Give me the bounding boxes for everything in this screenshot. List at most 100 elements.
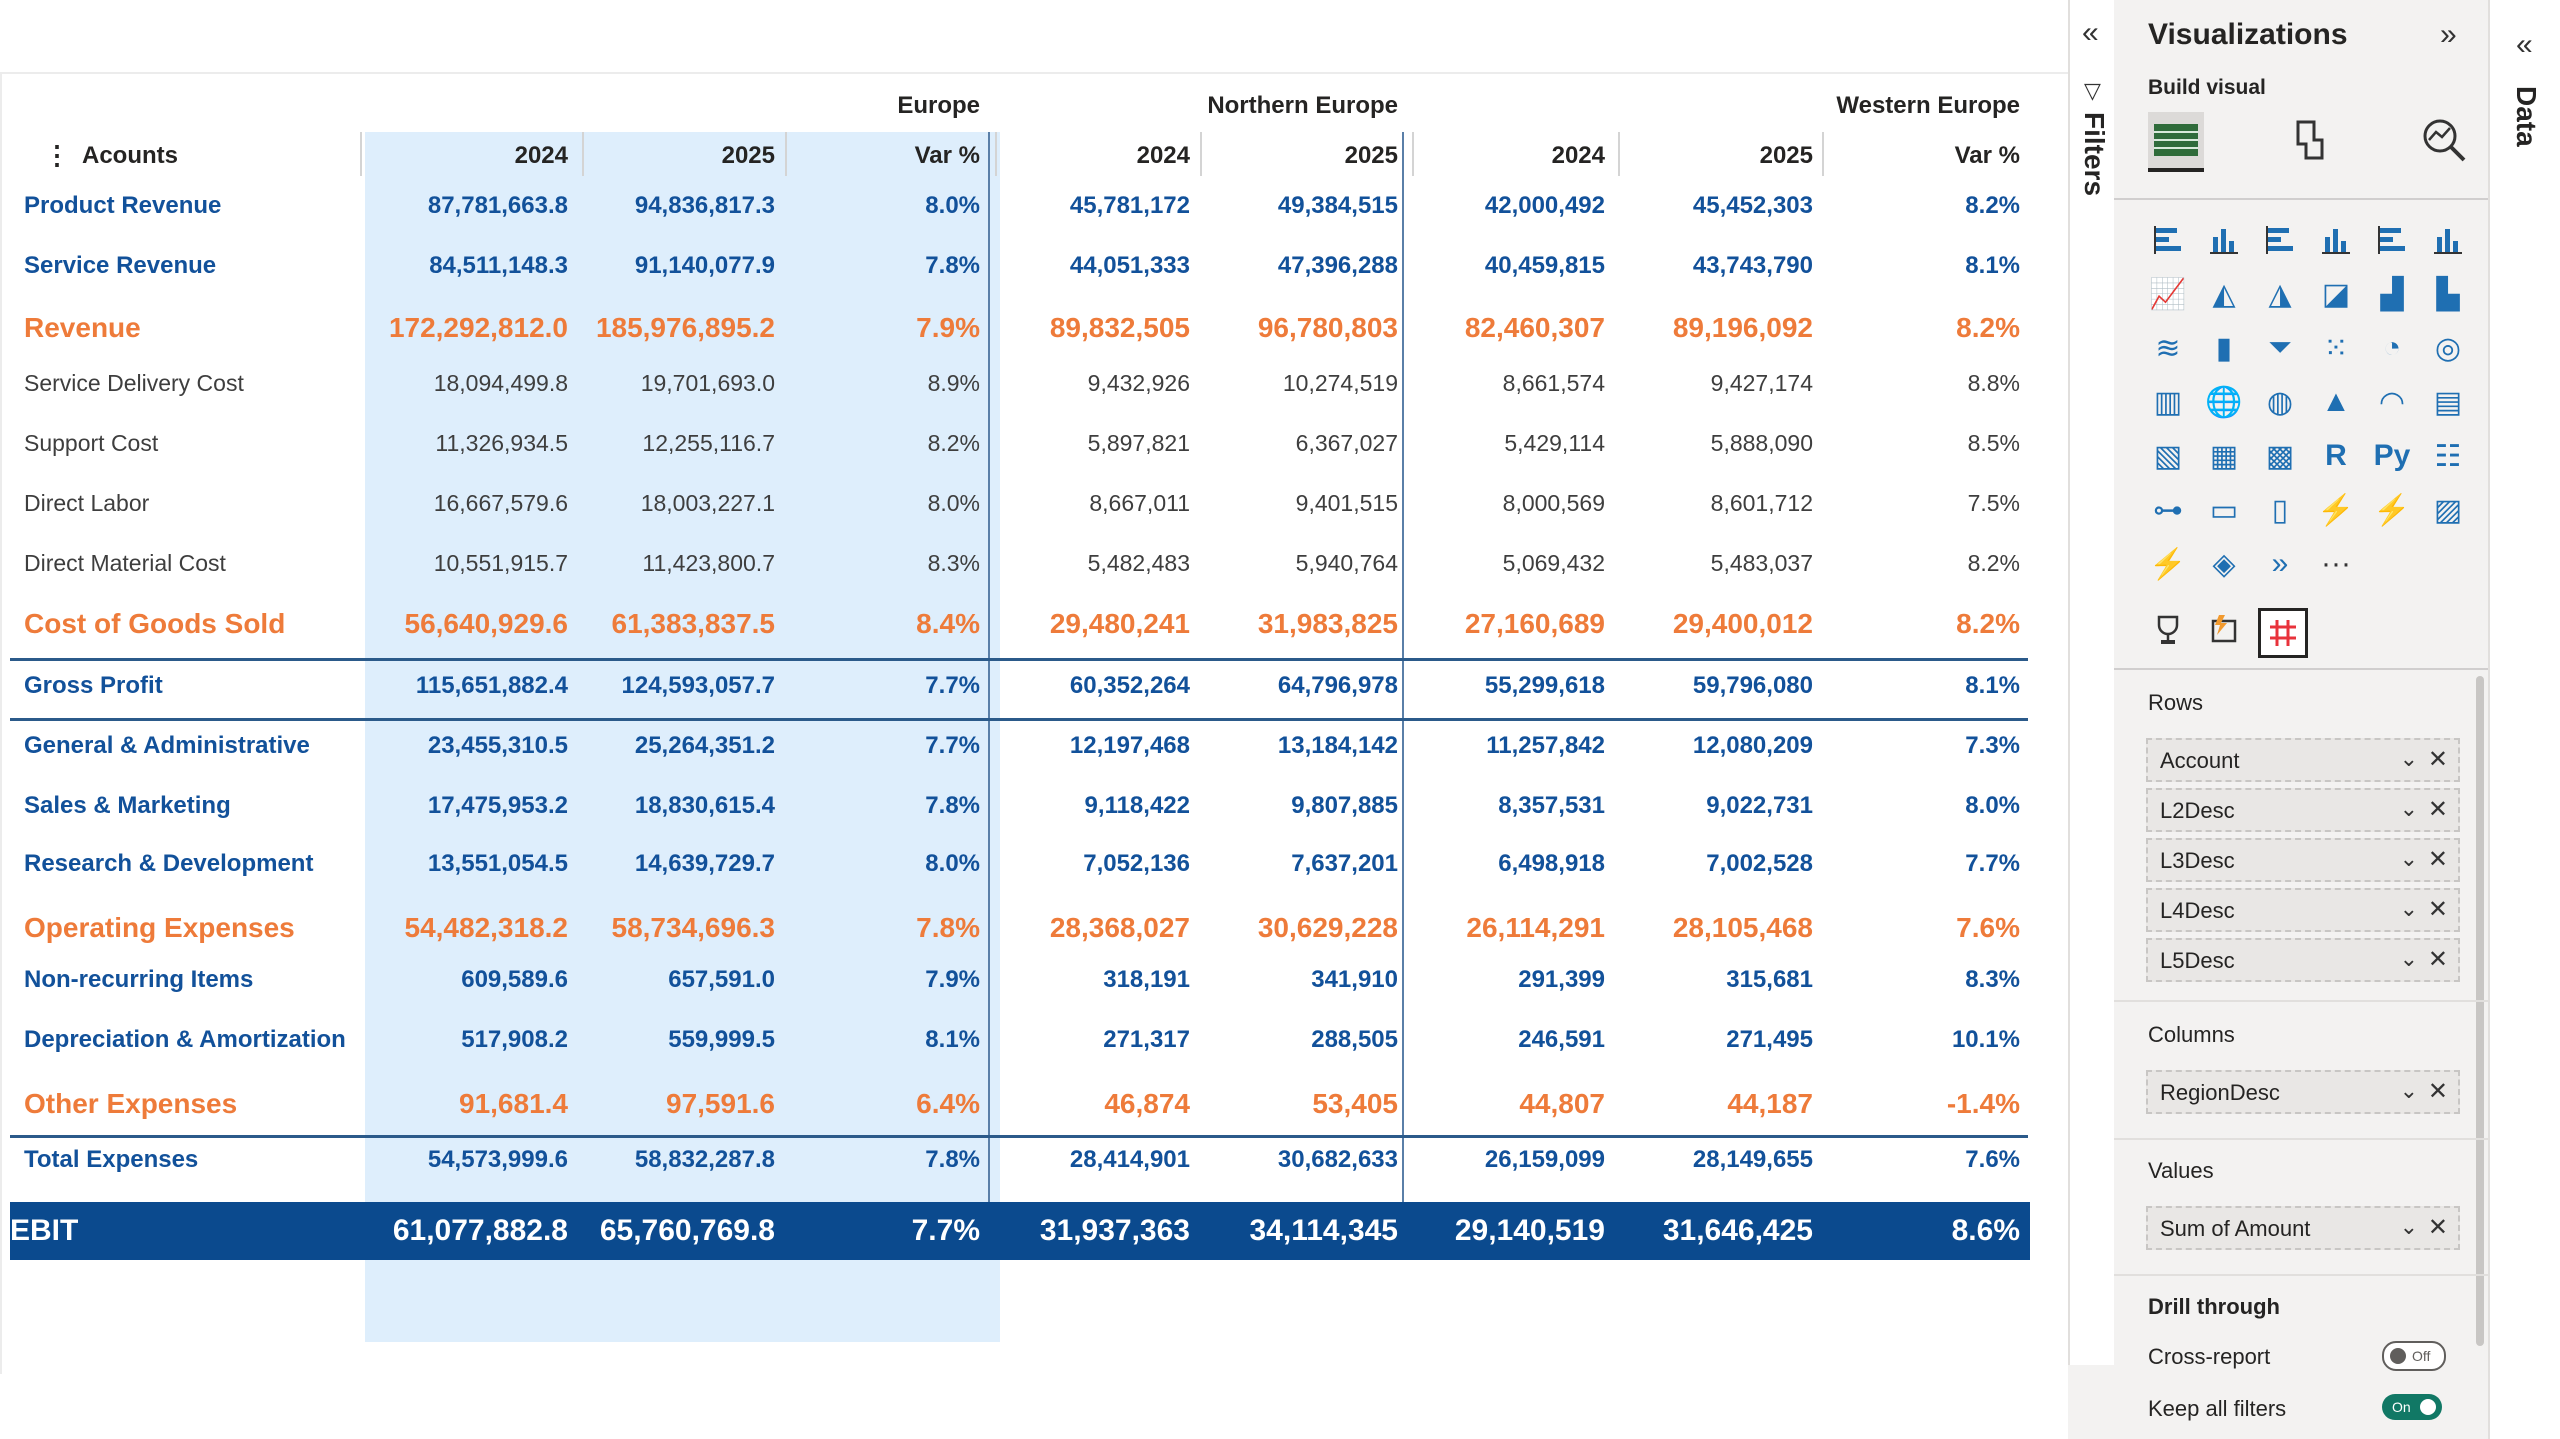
- chevron-down-icon[interactable]: ⌄: [2400, 896, 2418, 922]
- filters-label[interactable]: Filters: [2078, 112, 2110, 196]
- kpi-icon[interactable]: ▧: [2146, 434, 2190, 478]
- region-header-northern-europe[interactable]: Northern Europe: [1207, 92, 1398, 120]
- pie-chart-icon[interactable]: ◔: [2370, 326, 2414, 370]
- more-visuals-icon[interactable]: ···: [2314, 542, 2358, 586]
- field-pill[interactable]: L2Desc ⌄ ✕: [2146, 788, 2460, 832]
- area-chart-icon[interactable]: ◭: [2202, 272, 2246, 316]
- line-clustered-column-icon[interactable]: ▙: [2426, 272, 2470, 316]
- chevron-down-icon[interactable]: ⌄: [2400, 1214, 2418, 1240]
- r-visual-icon[interactable]: R: [2314, 434, 2358, 478]
- field-pill[interactable]: L5Desc ⌄ ✕: [2146, 938, 2460, 982]
- gauge-icon[interactable]: ◠: [2370, 380, 2414, 424]
- row-label[interactable]: Service Revenue: [24, 252, 216, 280]
- chevron-down-icon[interactable]: ⌄: [2400, 796, 2418, 822]
- clustered-column-icon[interactable]: [2314, 218, 2358, 262]
- close-icon[interactable]: ✕: [2428, 845, 2448, 874]
- column-header[interactable]: Var %: [1955, 142, 2020, 170]
- row-label[interactable]: Depreciation & Amortization: [24, 1026, 346, 1054]
- map-icon[interactable]: 🌐: [2202, 380, 2246, 424]
- row-label[interactable]: General & Administrative: [24, 732, 310, 760]
- row-label[interactable]: Direct Labor: [24, 490, 149, 517]
- close-icon[interactable]: ✕: [2428, 1213, 2448, 1242]
- ebit-total-row[interactable]: EBIT 61,077,882.8 65,760,769.8 7.7% 31,937,3…: [10, 1202, 2030, 1260]
- python-visual-icon[interactable]: Py: [2370, 434, 2414, 478]
- row-label[interactable]: Non-recurring Items: [24, 966, 253, 994]
- power-automate-icon[interactable]: ⚡: [2146, 542, 2190, 586]
- row-label[interactable]: Direct Material Cost: [24, 550, 226, 577]
- close-icon[interactable]: ✕: [2428, 745, 2448, 774]
- build-visual-icon[interactable]: [2148, 112, 2204, 172]
- column-header[interactable]: 2024: [1552, 142, 1605, 170]
- row-label[interactable]: Research & Development: [24, 850, 313, 878]
- waterfall-icon[interactable]: ▮: [2202, 326, 2246, 370]
- row-label[interactable]: Product Revenue: [24, 192, 221, 220]
- close-icon[interactable]: ✕: [2428, 1077, 2448, 1106]
- row-header-accounts[interactable]: Acounts: [82, 142, 178, 170]
- funnel-chart-icon[interactable]: ⏷: [2258, 326, 2302, 370]
- 100-stacked-column-icon[interactable]: [2426, 218, 2470, 262]
- card-icon[interactable]: ▤: [2426, 380, 2470, 424]
- chevrons-visual-icon[interactable]: »: [2258, 542, 2302, 586]
- chevron-down-icon[interactable]: ⌄: [2400, 846, 2418, 872]
- field-pill[interactable]: L3Desc ⌄ ✕: [2146, 838, 2460, 882]
- scatter-icon[interactable]: ⁙: [2314, 326, 2358, 370]
- column-header[interactable]: 2024: [1137, 142, 1190, 170]
- field-pill[interactable]: L4Desc ⌄ ✕: [2146, 888, 2460, 932]
- double-chevron-left-icon[interactable]: «: [2516, 28, 2533, 62]
- trophy-icon[interactable]: [2146, 608, 2190, 652]
- stacked-column-icon[interactable]: [2202, 218, 2246, 262]
- format-visual-icon[interactable]: [2282, 112, 2338, 168]
- row-label[interactable]: EBIT: [10, 1214, 78, 1247]
- column-header[interactable]: 2025: [1760, 142, 1813, 170]
- 100-stacked-area-icon[interactable]: ◪: [2314, 272, 2358, 316]
- region-header-western-europe[interactable]: Western Europe: [1836, 92, 2020, 120]
- image-icon[interactable]: ▨: [2426, 488, 2470, 532]
- filters-pane-collapsed[interactable]: « ▽ Filters: [2068, 0, 2114, 1439]
- line-chart-icon[interactable]: 📈: [2146, 272, 2190, 316]
- column-header[interactable]: Var %: [915, 142, 980, 170]
- field-pill[interactable]: Account ⌄ ✕: [2146, 738, 2460, 782]
- row-label[interactable]: Operating Expenses: [24, 912, 295, 944]
- chevron-down-icon[interactable]: ⌄: [2400, 946, 2418, 972]
- chevron-down-icon[interactable]: ⌄: [2400, 1078, 2418, 1104]
- row-label[interactable]: Cost of Goods Sold: [24, 608, 285, 640]
- paginated-report-icon[interactable]: ▯: [2258, 488, 2302, 532]
- data-pane-collapsed[interactable]: « Data: [2488, 0, 2560, 1439]
- double-chevron-right-icon[interactable]: »: [2440, 18, 2457, 52]
- row-label[interactable]: Other Expenses: [24, 1088, 237, 1120]
- table-icon[interactable]: ▦: [2202, 434, 2246, 478]
- row-label[interactable]: Support Cost: [24, 430, 158, 457]
- more-options-icon[interactable]: ⋮: [44, 140, 70, 171]
- diamond-visual-icon[interactable]: ◈: [2202, 542, 2246, 586]
- double-chevron-left-icon[interactable]: «: [2082, 16, 2099, 50]
- stacked-bar-icon[interactable]: [2146, 218, 2190, 262]
- clustered-bar-icon[interactable]: [2258, 218, 2302, 262]
- stacked-area-icon[interactable]: ◮: [2258, 272, 2302, 316]
- close-icon[interactable]: ✕: [2428, 945, 2448, 974]
- donut-chart-icon[interactable]: ◎: [2426, 326, 2470, 370]
- ribbon-chart-icon[interactable]: ≋: [2146, 326, 2190, 370]
- data-label[interactable]: Data: [2510, 86, 2542, 147]
- filled-map-icon[interactable]: ◍: [2258, 380, 2302, 424]
- line-stacked-column-icon[interactable]: ▟: [2370, 272, 2414, 316]
- column-header[interactable]: 2025: [1345, 142, 1398, 170]
- azure-map-icon[interactable]: ▲: [2314, 380, 2358, 424]
- 100-stacked-bar-icon[interactable]: [2370, 218, 2414, 262]
- pane-scrollbar[interactable]: [2476, 676, 2484, 1346]
- row-label[interactable]: Revenue: [24, 312, 141, 344]
- keep-all-filters-toggle[interactable]: On: [2382, 1394, 2442, 1420]
- qa-icon[interactable]: ▭: [2202, 488, 2246, 532]
- field-pill[interactable]: Sum of Amount ⌄ ✕: [2146, 1206, 2460, 1250]
- matrix-icon[interactable]: ▩: [2258, 434, 2302, 478]
- column-header[interactable]: 2025: [722, 142, 775, 170]
- custom-report-icon[interactable]: [2202, 608, 2246, 652]
- field-pill[interactable]: RegionDesc ⌄ ✕: [2146, 1070, 2460, 1114]
- region-header-europe[interactable]: Europe: [897, 92, 980, 120]
- key-influencers-icon[interactable]: ☷: [2426, 434, 2470, 478]
- matrix-grid-icon[interactable]: [2258, 608, 2308, 658]
- analytics-icon[interactable]: [2416, 112, 2472, 168]
- matrix-visual[interactable]: ⋮ Acounts Europe Northern Europe Western E…: [10, 80, 2030, 1342]
- row-label[interactable]: Gross Profit: [24, 672, 163, 700]
- smart-narrative-icon[interactable]: ⚡: [2314, 488, 2358, 532]
- treemap-icon[interactable]: ▥: [2146, 380, 2190, 424]
